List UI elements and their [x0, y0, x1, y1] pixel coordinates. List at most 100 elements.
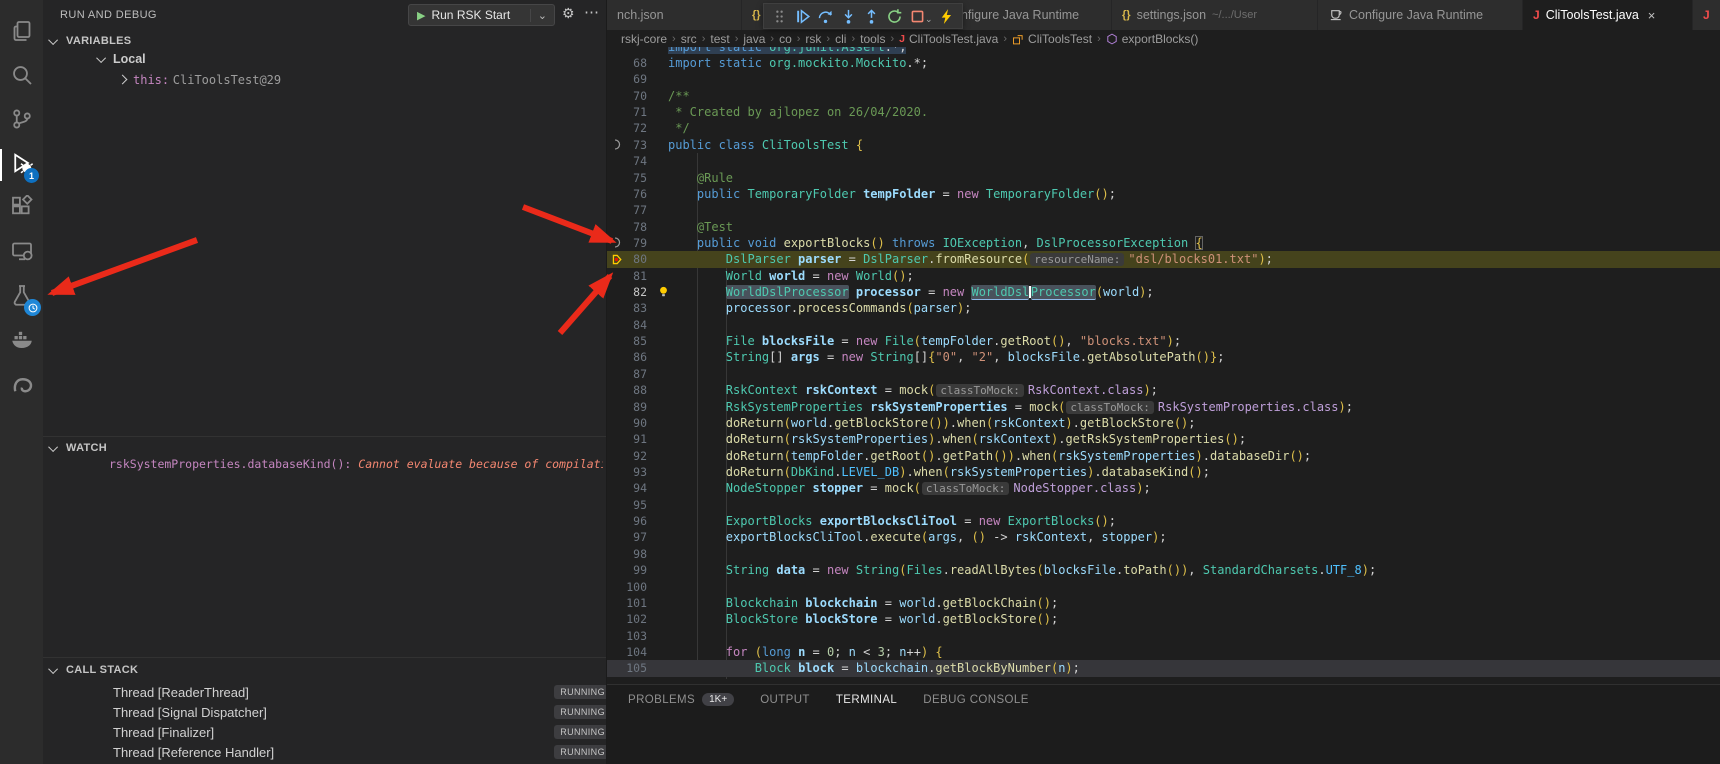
code-line[interactable]: 105 Block block = blockchain.getBlockByN…: [607, 660, 1720, 676]
call-stack-thread-row[interactable]: Thread [Signal Dispatcher]RUNNING: [43, 703, 607, 723]
breadcrumb-separator: ›: [797, 33, 801, 45]
chevron-down-icon[interactable]: ⌄: [925, 14, 933, 25]
code-line[interactable]: 75 @Rule: [607, 170, 1720, 186]
tab-nch.json[interactable]: nch.json: [607, 0, 742, 30]
breadcrumb-item[interactable]: co: [779, 32, 792, 46]
panel-tab-debug-console[interactable]: DEBUG CONSOLE: [923, 694, 1029, 706]
tab-settings.json[interactable]: {}settings.json~/.../User: [1112, 0, 1318, 30]
activity-bar-item-gradle[interactable]: [0, 363, 43, 407]
code-line[interactable]: 80 DslParser parser = DslParser.fromReso…: [607, 251, 1720, 267]
code-line[interactable]: 81 World world = new World();: [607, 268, 1720, 284]
launch-config-label[interactable]: Run RSK Start: [431, 8, 529, 22]
close-icon[interactable]: ×: [1648, 8, 1656, 23]
code-line[interactable]: 69: [607, 71, 1720, 87]
tab-partial[interactable]: J: [1693, 0, 1720, 30]
call-stack-thread-row[interactable]: Thread [ReaderThread]RUNNING: [43, 683, 607, 703]
code-line[interactable]: 78 @Test: [607, 219, 1720, 235]
code-line[interactable]: 102 BlockStore blockStore = world.getBlo…: [607, 611, 1720, 627]
activity-bar-item-extensions[interactable]: [0, 187, 43, 231]
call-stack-thread-row[interactable]: Thread [Finalizer]RUNNING: [43, 723, 607, 743]
call-stack-thread-row[interactable]: Thread [Reference Handler]RUNNING: [43, 743, 607, 763]
continue-icon[interactable]: [791, 4, 814, 28]
more-actions-icon[interactable]: ⋯: [584, 3, 599, 21]
call-stack-pane-header[interactable]: CALL STACK: [43, 660, 606, 680]
code-line[interactable]: 93 doReturn(DbKind.LEVEL_DB).when(rskSys…: [607, 464, 1720, 480]
code-line[interactable]: 94 NodeStopper stopper = mock(classToMoc…: [607, 480, 1720, 496]
activity-bar-item-remote-explorer[interactable]: [0, 231, 43, 275]
breadcrumb-item[interactable]: java: [743, 32, 765, 46]
breadcrumb-item[interactable]: cli: [835, 32, 846, 46]
code-line[interactable]: 70/**: [607, 88, 1720, 104]
activity-bar-item-run-and-debug[interactable]: 1: [0, 143, 43, 187]
code-line[interactable]: 82 WorldDslProcessor processor = new Wor…: [607, 284, 1720, 300]
code-line[interactable]: 103: [607, 628, 1720, 644]
code-line[interactable]: 104 for (long n = 0; n < 3; n++) {: [607, 644, 1720, 660]
code-line[interactable]: 86 String[] args = new String[]{"0", "2"…: [607, 349, 1720, 365]
code-line[interactable]: 83 processor.processCommands(parser);: [607, 300, 1720, 316]
code-line[interactable]: 84: [607, 317, 1720, 333]
panel-tab-terminal[interactable]: TERMINAL: [836, 694, 897, 706]
code-line[interactable]: 100: [607, 579, 1720, 595]
code-text: exportBlocksCliTool.execute(args, () -> …: [668, 529, 1167, 545]
code-line-partial[interactable]: import static org.junit.Assert.*;: [607, 47, 1720, 55]
hot-code-replace-icon[interactable]: [935, 4, 958, 28]
code-text: /**: [668, 88, 690, 104]
code-line[interactable]: 72 */: [607, 120, 1720, 136]
variables-pane-header[interactable]: VARIABLES: [43, 31, 606, 51]
variables-scope-local[interactable]: Local: [99, 52, 146, 66]
breadcrumb-item[interactable]: rsk: [805, 32, 821, 46]
code-line[interactable]: 79 public void exportBlocks() throws IOE…: [607, 235, 1720, 251]
code-line[interactable]: 92 doReturn(tempFolder.getRoot().getPath…: [607, 448, 1720, 464]
step-over-icon[interactable]: [814, 4, 837, 28]
code-line[interactable]: 87: [607, 366, 1720, 382]
chevron-down-icon[interactable]: ⌄: [530, 9, 554, 22]
code-line[interactable]: 73public class CliToolsTest {: [607, 137, 1720, 153]
breadcrumb-file[interactable]: CliToolsTest.java: [909, 32, 998, 46]
code-line[interactable]: 96 ExportBlocks exportBlocksCliTool = ne…: [607, 513, 1720, 529]
activity-bar-item-search[interactable]: [0, 55, 43, 99]
code-line[interactable]: 98: [607, 546, 1720, 562]
restart-icon[interactable]: [883, 4, 906, 28]
code-line[interactable]: 71 * Created by ajlopez on 26/04/2020.: [607, 104, 1720, 120]
code-line[interactable]: 97 exportBlocksCliTool.execute(args, () …: [607, 529, 1720, 545]
code-text: Block block = blockchain.getBlockByNumbe…: [668, 660, 1080, 676]
launch-config-dropdown[interactable]: ▶ Run RSK Start ⌄: [408, 4, 555, 26]
breadcrumb-item[interactable]: test: [710, 32, 729, 46]
code-line[interactable]: 90 doReturn(world.getBlockStore()).when(…: [607, 415, 1720, 431]
tab-configure-java-runtime[interactable]: Configure Java Runtime: [1318, 0, 1523, 30]
watch-pane-header[interactable]: WATCH: [43, 438, 606, 458]
code-line[interactable]: 85 File blocksFile = new File(tempFolder…: [607, 333, 1720, 349]
watch-expression-row[interactable]: rskSystemProperties.databaseKind(): Cann…: [109, 457, 603, 471]
code-line[interactable]: 99 String data = new String(Files.readAl…: [607, 562, 1720, 578]
code-line[interactable]: 74: [607, 153, 1720, 169]
code-line[interactable]: 95: [607, 497, 1720, 513]
activity-bar-item-source-control[interactable]: [0, 99, 43, 143]
panel-tab-problems[interactable]: PROBLEMS1K+: [628, 693, 734, 706]
line-number: 88: [613, 382, 647, 398]
gear-icon[interactable]: ⚙: [562, 5, 575, 22]
activity-bar-item-files[interactable]: [0, 11, 43, 55]
breadcrumb-symbol[interactable]: exportBlocks(): [1122, 32, 1199, 46]
activity-bar-item-docker[interactable]: [0, 319, 43, 363]
breadcrumb-item[interactable]: tools: [860, 32, 885, 46]
variable-this-row[interactable]: this: CliToolsTest@29: [119, 72, 281, 87]
code-line[interactable]: 89 RskSystemProperties rskSystemProperti…: [607, 399, 1720, 415]
code-line[interactable]: 101 Blockchain blockchain = world.getBlo…: [607, 595, 1720, 611]
breadcrumb-item[interactable]: src: [681, 32, 697, 46]
code-line[interactable]: 68import static org.mockito.Mockito.*;: [607, 55, 1720, 71]
code-editor[interactable]: import static org.junit.Assert.*;68impor…: [607, 47, 1720, 684]
line-number: 96: [613, 513, 647, 529]
panel-tab-output[interactable]: OUTPUT: [760, 694, 810, 706]
code-line[interactable]: 77: [607, 202, 1720, 218]
code-line[interactable]: 88 RskContext rskContext = mock(classToM…: [607, 382, 1720, 398]
tab-label: settings.json: [1137, 8, 1206, 22]
step-out-icon[interactable]: [860, 4, 883, 28]
code-line[interactable]: 91 doReturn(rskSystemProperties).when(rs…: [607, 431, 1720, 447]
tab-clitoolstest.java[interactable]: JCliToolsTest.java×: [1523, 0, 1693, 30]
step-into-icon[interactable]: [837, 4, 860, 28]
activity-bar-item-test-beaker[interactable]: [0, 275, 43, 319]
start-debug-icon[interactable]: ▶: [417, 9, 425, 22]
breadcrumb-symbol[interactable]: CliToolsTest: [1028, 32, 1092, 46]
breadcrumb-item[interactable]: rskj-core: [621, 32, 667, 46]
code-line[interactable]: 76 public TemporaryFolder tempFolder = n…: [607, 186, 1720, 202]
